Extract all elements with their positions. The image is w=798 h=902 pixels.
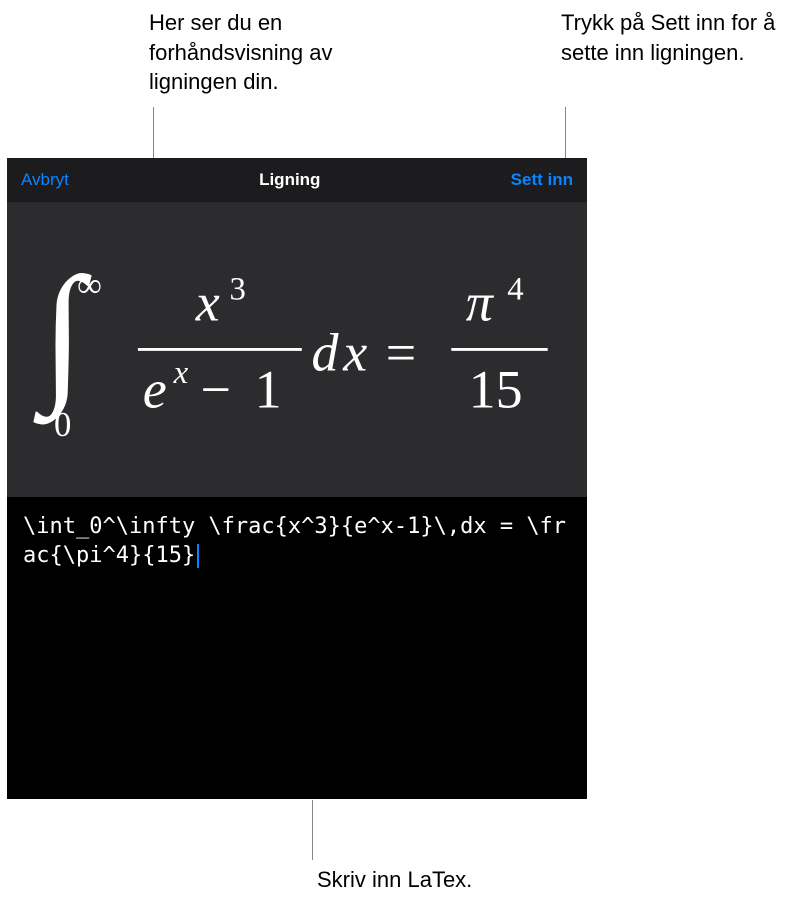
- callout-insert: Trykk på Sett inn for å sette inn lignin…: [561, 8, 791, 67]
- svg-text:3: 3: [230, 271, 246, 307]
- text-cursor: [197, 544, 199, 568]
- equation-render: ∫ ∞ 0 x 3 e x − 1 d x = π 4 15: [27, 253, 567, 446]
- svg-text:d: d: [311, 323, 339, 383]
- svg-text:∞: ∞: [77, 265, 102, 304]
- svg-text:4: 4: [507, 271, 523, 307]
- latex-code-text[interactable]: \int_0^\infty \frac{x^3}{e^x-1}\,dx = \f…: [23, 513, 571, 570]
- callout-line: [565, 107, 566, 158]
- callout-latex: Skriv inn LaTex.: [317, 865, 567, 895]
- header: Avbryt Ligning Sett inn: [7, 158, 587, 202]
- svg-text:e: e: [143, 359, 167, 419]
- cancel-button[interactable]: Avbryt: [21, 170, 69, 190]
- svg-text:15: 15: [469, 359, 523, 419]
- svg-text:0: 0: [54, 405, 71, 444]
- svg-text:x: x: [342, 323, 367, 383]
- insert-button[interactable]: Sett inn: [511, 170, 573, 190]
- svg-text:π: π: [466, 273, 495, 333]
- equation-preview: ∫ ∞ 0 x 3 e x − 1 d x = π 4 15: [7, 202, 587, 497]
- panel-title: Ligning: [259, 170, 320, 190]
- svg-text:x: x: [195, 273, 220, 333]
- svg-text:−: −: [201, 359, 231, 419]
- callout-line: [312, 800, 313, 860]
- svg-text:1: 1: [255, 359, 282, 419]
- svg-text:=: =: [386, 323, 416, 383]
- equation-editor-panel: Avbryt Ligning Sett inn ∫ ∞ 0 x 3 e x − …: [7, 158, 587, 799]
- latex-input-area[interactable]: \int_0^\infty \frac{x^3}{e^x-1}\,dx = \f…: [7, 497, 587, 799]
- callout-preview: Her ser du en forhåndsvisning av ligning…: [149, 8, 384, 97]
- svg-text:x: x: [173, 355, 189, 391]
